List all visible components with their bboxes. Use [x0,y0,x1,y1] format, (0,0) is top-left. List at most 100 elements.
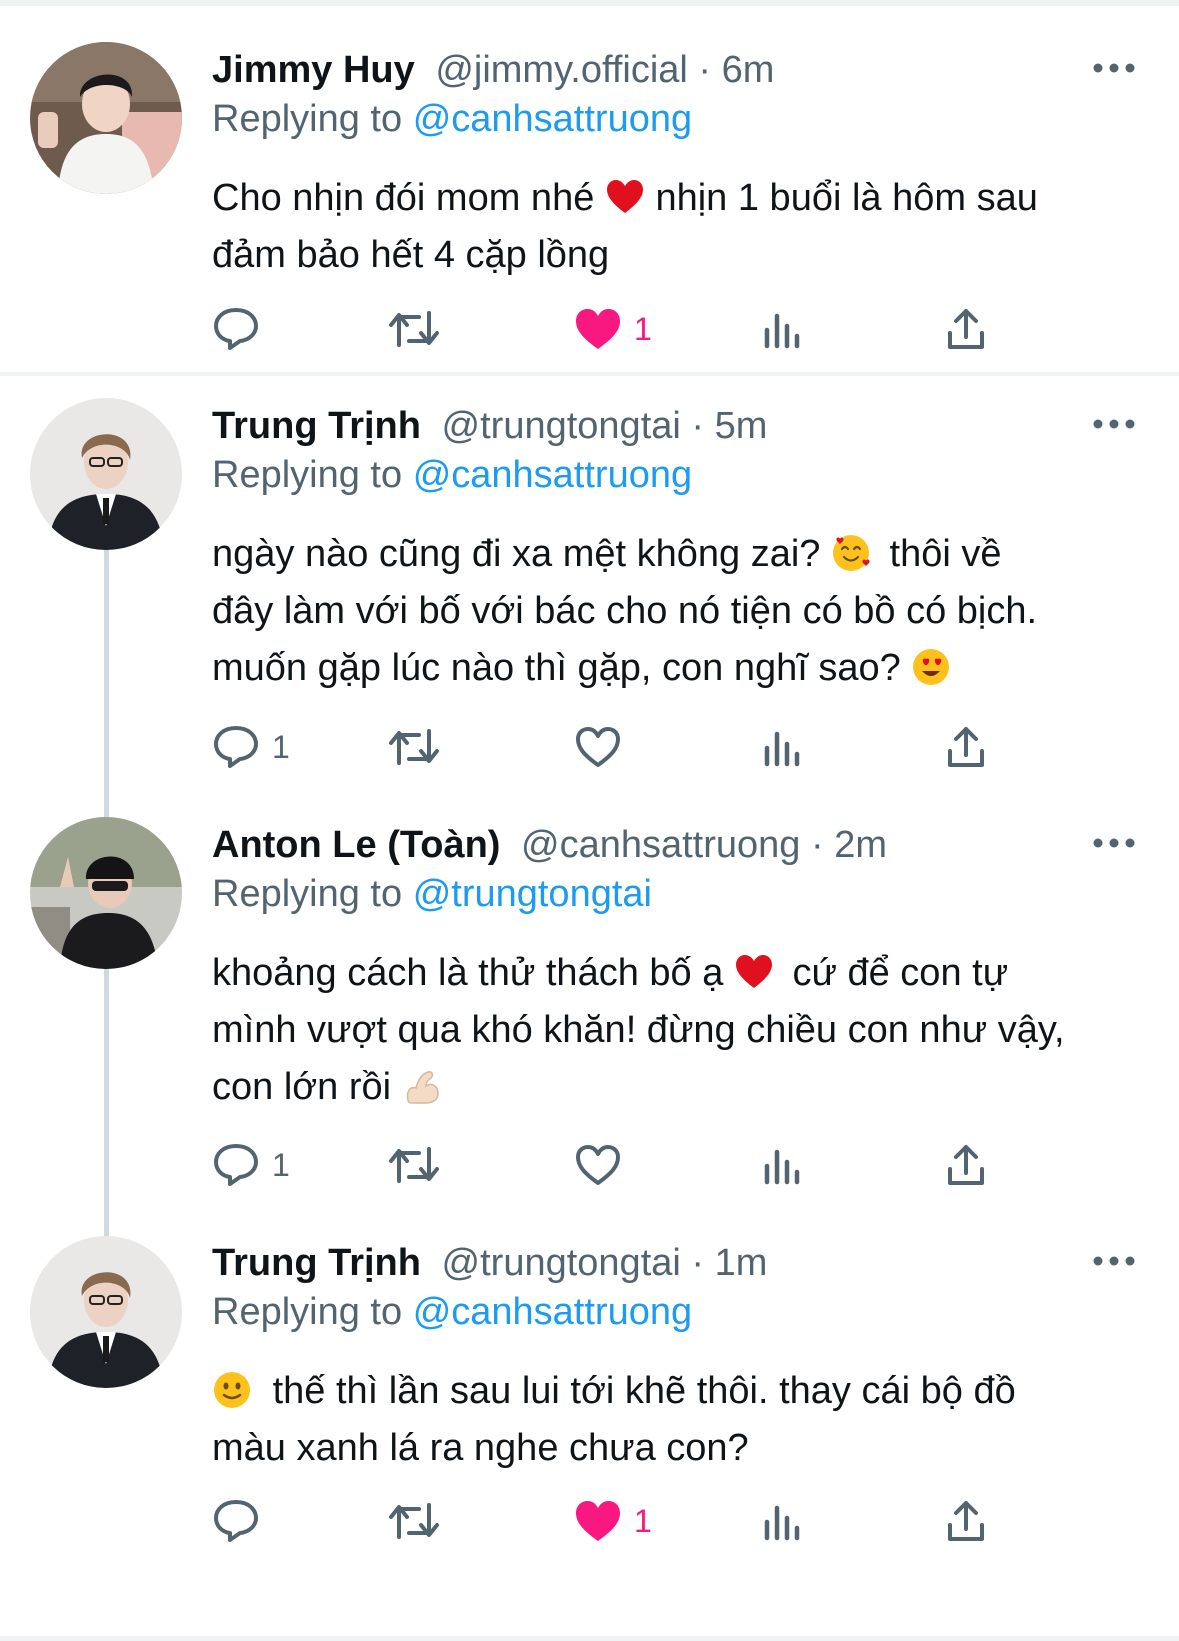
tweet-1[interactable]: Jimmy Huy @jimmy.official · 6m Replying … [0,0,1179,372]
bottom-divider [0,1636,1179,1641]
tweet-actions: 1 [212,1495,1062,1547]
reply-button[interactable]: 1 [212,1139,290,1191]
tweet-text-line: ngày nào cũng đi xa mệt không zai? [212,533,821,575]
tweet-text-line: khoảng cách là thử thách bố ạ [212,952,724,994]
replying-to-link[interactable]: @canhsattruong [413,98,692,140]
analytics-button[interactable] [762,721,804,773]
author-handle[interactable]: @canhsattruong [521,824,800,866]
tweet-4[interactable]: Trung Trịnh @trungtongtai · 1m Replying … [0,1231,1179,1641]
retweet-icon [389,729,439,765]
retweet-button[interactable] [387,303,441,355]
more-options-icon[interactable] [1092,58,1136,78]
tweet-text-line: đây làm với bố với bác cho nó tiện có bồ… [212,590,1038,632]
tweet-time[interactable]: 2m [834,824,887,866]
separator-dot: · [698,49,712,91]
avatar[interactable] [30,1236,182,1388]
reply-button[interactable] [212,303,260,355]
analytics-button[interactable] [762,1139,804,1191]
replying-to: Replying to @trungtongtai [212,872,652,916]
share-button[interactable] [944,721,988,773]
share-icon [948,1501,984,1541]
reply-button[interactable] [212,1495,260,1547]
like-button[interactable] [574,721,622,773]
replying-label: Replying to [212,454,403,496]
retweet-button[interactable] [387,1139,441,1191]
replying-label: Replying to [212,98,403,140]
reply-icon [214,1500,258,1542]
like-button[interactable]: 1 [574,303,652,355]
author-handle[interactable]: @trungtongtai [442,405,681,447]
like-count: 1 [634,1502,652,1539]
heart-eyes-emoji-icon [913,649,950,685]
replying-to-link[interactable]: @trungtongtai [413,873,652,915]
tweet-text-line: thôi về [889,533,1002,575]
tweet-actions: 1 [212,1139,1062,1191]
tweet-header: Anton Le (Toàn) @canhsattruong · 2m [212,823,887,867]
red-heart-emoji-icon [606,180,643,213]
share-button[interactable] [944,1495,988,1547]
retweet-button[interactable] [387,721,441,773]
reply-count: 1 [272,1146,290,1183]
more-options-icon[interactable] [1092,833,1136,853]
analytics-icon [764,1149,800,1185]
author-handle[interactable]: @trungtongtai [442,1242,681,1284]
share-icon [948,1145,984,1185]
more-options-icon[interactable] [1092,1251,1136,1271]
tweet-text-line: mình vượt qua khó khăn! đừng chiều con n… [212,1009,1065,1051]
analytics-icon [764,731,800,767]
like-count: 1 [634,310,652,347]
author-name[interactable]: Trung Trịnh [212,1242,421,1284]
author-name[interactable]: Trung Trịnh [212,405,421,447]
smiling-face-with-hearts-emoji-icon [832,535,870,571]
tweet-2[interactable]: Trung Trịnh @trungtongtai · 5m Replying … [0,376,1179,806]
reply-count: 1 [272,728,290,765]
tweet-time[interactable]: 1m [715,1242,768,1284]
share-button[interactable] [944,303,988,355]
like-button[interactable] [574,1139,622,1191]
tweet-text-line: muốn gặp lúc nào thì gặp, con nghĩ sao? [212,647,901,689]
replying-to: Replying to @canhsattruong [212,97,692,141]
replying-to-link[interactable]: @canhsattruong [413,1291,692,1333]
author-name[interactable]: Anton Le (Toàn) [212,824,500,866]
tweet-text: thế thì lần sau lui tới khẽ thôi. thay c… [212,1363,1142,1477]
retweet-icon [389,1503,439,1539]
avatar[interactable] [30,42,182,194]
tweet-time[interactable]: 6m [722,49,775,91]
flexed-biceps-emoji-icon [406,1071,439,1104]
avatar[interactable] [30,398,182,550]
separator-dot: · [691,405,705,447]
reply-icon [214,726,258,768]
tweet-time[interactable]: 5m [715,405,768,447]
author-handle[interactable]: @jimmy.official [435,49,688,91]
retweet-icon [389,1147,439,1183]
tweet-text-line: đảm bảo hết 4 cặp lồng [212,234,610,276]
replying-to: Replying to @canhsattruong [212,453,692,497]
tweet-text-line: Cho nhịn đói mom nhé [212,177,595,219]
retweet-icon [389,311,439,347]
heart-outline-icon [576,727,620,767]
tweet-text-line: con lớn rồi [212,1066,392,1108]
replying-to-link[interactable]: @canhsattruong [413,454,692,496]
tweet-text: Cho nhịn đói mom nhé nhịn 1 buổi là hôm … [212,170,1142,284]
tweet-text: ngày nào cũng đi xa mệt không zai? thôi … [212,526,1142,697]
tweet-actions: 1 [212,721,1062,773]
replying-to: Replying to @canhsattruong [212,1290,692,1334]
more-options-icon[interactable] [1092,414,1136,434]
retweet-button[interactable] [387,1495,441,1547]
analytics-icon [764,1505,800,1541]
author-name[interactable]: Jimmy Huy [212,49,415,91]
reply-icon [214,308,258,350]
heart-filled-icon [576,1501,620,1541]
analytics-button[interactable] [762,1495,804,1547]
separator-dot: · [691,1242,705,1284]
tweet-3[interactable]: Anton Le (Toàn) @canhsattruong · 2m Repl… [0,813,1179,1231]
share-button[interactable] [944,1139,988,1191]
analytics-button[interactable] [762,303,804,355]
reply-button[interactable]: 1 [212,721,290,773]
heart-filled-icon [576,309,620,349]
tweet-header: Trung Trịnh @trungtongtai · 1m [212,1241,767,1285]
avatar[interactable] [30,817,182,969]
replying-label: Replying to [212,873,403,915]
like-button[interactable]: 1 [574,1495,652,1547]
tweet-text-line: thế thì lần sau lui tới khẽ thôi. thay c… [272,1370,1016,1412]
